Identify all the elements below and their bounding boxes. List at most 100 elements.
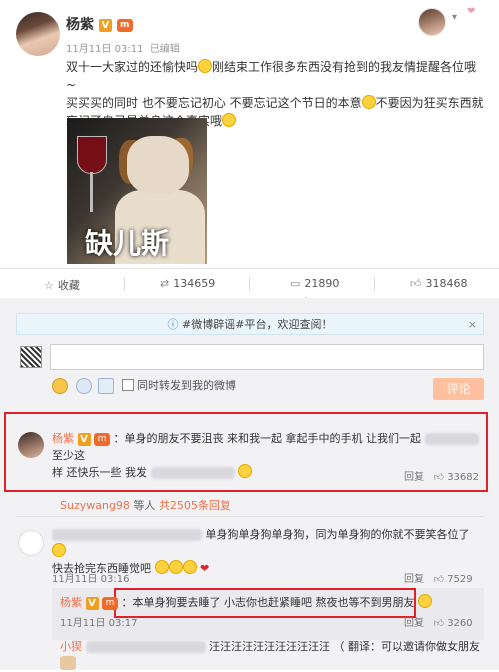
submit-comment-button[interactable]: 评论 [433,378,484,400]
thumbs-up-icon: 👍︎ [410,277,422,290]
sync-repost-checkbox[interactable] [122,379,134,391]
smile-emoji-icon [418,594,432,608]
post-image[interactable]: 缺儿斯 [67,118,207,264]
smile-emoji-icon [238,464,252,478]
author-avatar[interactable] [16,12,60,56]
smile-emoji-icon [361,95,376,109]
post-time[interactable]: 11月11日 03:11 [66,44,143,55]
dog-head-shape [127,136,189,194]
comment-footer: 回复 👍︎ 7529 [404,570,473,585]
comment-text: 至少这 [52,449,85,462]
repost-icon: ⇄ [160,277,170,290]
info-icon: ⓘ [167,318,179,331]
reply-count[interactable]: 共2505条回复 [159,499,231,512]
monkey-avatar-icon[interactable] [18,530,44,556]
commenter-name[interactable]: 小猰 [60,640,82,653]
image-icon[interactable] [98,378,114,394]
thumbs-up-icon[interactable]: 👍︎ [434,618,444,629]
wine-glass-shape [77,136,107,174]
nested-reply-body: 小猰 汪汪汪汪汪汪汪汪汪汪汪 （ 翻译：可以邀请你做女朋友吗 [60,638,480,672]
sync-repost-label[interactable]: 同时转发到我的微博 [137,377,236,393]
comment-footer: 回复 👍︎ 3260 [404,614,473,629]
emoji-icon [154,560,169,574]
reply-link[interactable]: 回复 [404,618,424,629]
comment-text: ：本单身狗要去睡了 小志你也赶紧睡吧 熬夜也等不到男朋友 [121,596,415,609]
reply-user[interactable]: Suzywang98 [60,499,130,512]
comment-text: 单身狗单身狗单身狗，同为单身狗的你就不要笑各位了 [205,528,470,541]
dog-emoji-icon [60,656,76,670]
verified-badge: V [85,596,99,610]
comment-button[interactable]: ▭ 21890 [290,277,339,290]
favorite-label: 收藏 [57,279,80,292]
corner-avatar-icon[interactable] [418,8,446,36]
member-badge: m [94,432,110,446]
blurred-text [85,641,206,653]
comment-footer: 回复 👍︎ 33682 [404,468,479,483]
divider [124,277,125,291]
favorite-button[interactable]: ☆ 收藏 [44,277,80,293]
emoji-icon [182,560,197,574]
reply-connector: 等人 [133,499,156,512]
notice-text[interactable]: #微博辟谣#平台，欢迎查阅！ [182,318,332,331]
post-text-line1: 双十一大家过的还愉快吗 [66,60,199,74]
emoji-icon[interactable] [52,378,68,394]
smile-emoji-icon [198,59,213,73]
reply-link[interactable]: 回复 [404,574,424,585]
wine-glass-stem [90,172,93,212]
rumor-notice-bar: ⓘ #微博辟谣#平台，欢迎查阅！ × [16,313,484,335]
nested-reply-body: 杨紫 V m ：本单身狗要去睡了 小志你也赶紧睡吧 熬夜也等不到男朋友 [60,594,480,611]
like-count: 318468 [425,277,468,290]
gif-icon[interactable] [76,378,92,394]
repost-count: 134659 [173,277,216,290]
like-count: 33682 [447,472,479,483]
comment-time: 11月11日 03:16 [52,574,130,585]
comment-time: 11月11日 03:17 [60,618,138,629]
edited-label[interactable]: 已编辑 [150,44,180,55]
comment-text: ：单身的朋友不要沮丧 来和我一起 拿起手中的手机 让我们一起 [113,432,422,445]
commenter-avatar[interactable] [18,432,44,458]
comment-count: 21890 [304,277,340,290]
post-text-line2: 买买买的同时 也不要忘记初心 不要忘记这个节日的本意 [66,96,362,110]
commenter-name[interactable]: 杨紫 [52,432,74,445]
heart-icon: ❤ [200,562,210,575]
verified-badge: V [77,432,91,446]
divider [249,277,250,291]
like-button[interactable]: 👍︎ 318468 [410,277,468,290]
author-name-text[interactable]: 杨紫 [66,17,94,33]
image-caption: 缺儿斯 [85,227,170,260]
divider [16,516,484,517]
divider [374,277,375,291]
qr-code-icon[interactable] [20,346,42,368]
like-count: 3260 [447,618,473,629]
member-badge: m [116,18,133,32]
post-text-line2b: 不要因为狂买东西就 [375,96,484,110]
doge-emoji-icon [52,543,66,557]
repost-button[interactable]: ⇄ 134659 [160,277,215,290]
comment-text: 样 还快乐一些 我发 [52,466,147,479]
smile-emoji-icon [222,113,237,127]
more-replies-link[interactable]: Suzywang98 等人 共2505条回复 [60,497,231,513]
thumbs-up-icon[interactable]: 👍︎ [434,574,444,585]
close-icon[interactable]: × [468,314,477,336]
commenter-name[interactable]: 杨紫 [60,596,82,609]
verified-badge: V [98,18,112,32]
thumbs-up-icon[interactable]: 👍︎ [434,472,444,483]
comment-icon: ▭ [290,277,301,290]
post-meta: 11月11日 03:11 已编辑 [66,40,180,55]
comments-panel: ⓘ #微博辟谣#平台，欢迎查阅！ × 同时转发到我的微博 评论 杨紫 V m ：… [0,298,499,670]
action-bar: ☆ 收藏 ⇄ 134659 ▭ 21890 👍︎ 318468 [0,268,499,302]
blurred-name [52,529,202,541]
blurred-text [150,467,235,479]
emoji-icon [168,560,183,574]
comment-input[interactable] [50,344,484,370]
weibo-post: 杨紫 V m 11月11日 03:11 已编辑 ▾ ❤ 双十一大家过的还愉快吗刚… [0,0,499,268]
author-name[interactable]: 杨紫 V m [66,14,133,34]
chevron-down-icon[interactable]: ▾ [452,12,457,23]
star-icon: ☆ [44,279,54,292]
heart-deco-icon: ❤ [467,6,476,17]
like-count: 7529 [447,574,473,585]
reply-link[interactable]: 回复 [404,472,424,483]
blurred-text [424,433,479,445]
member-badge: m [102,596,118,610]
compose-toolbar: 同时转发到我的微博 [50,376,484,396]
